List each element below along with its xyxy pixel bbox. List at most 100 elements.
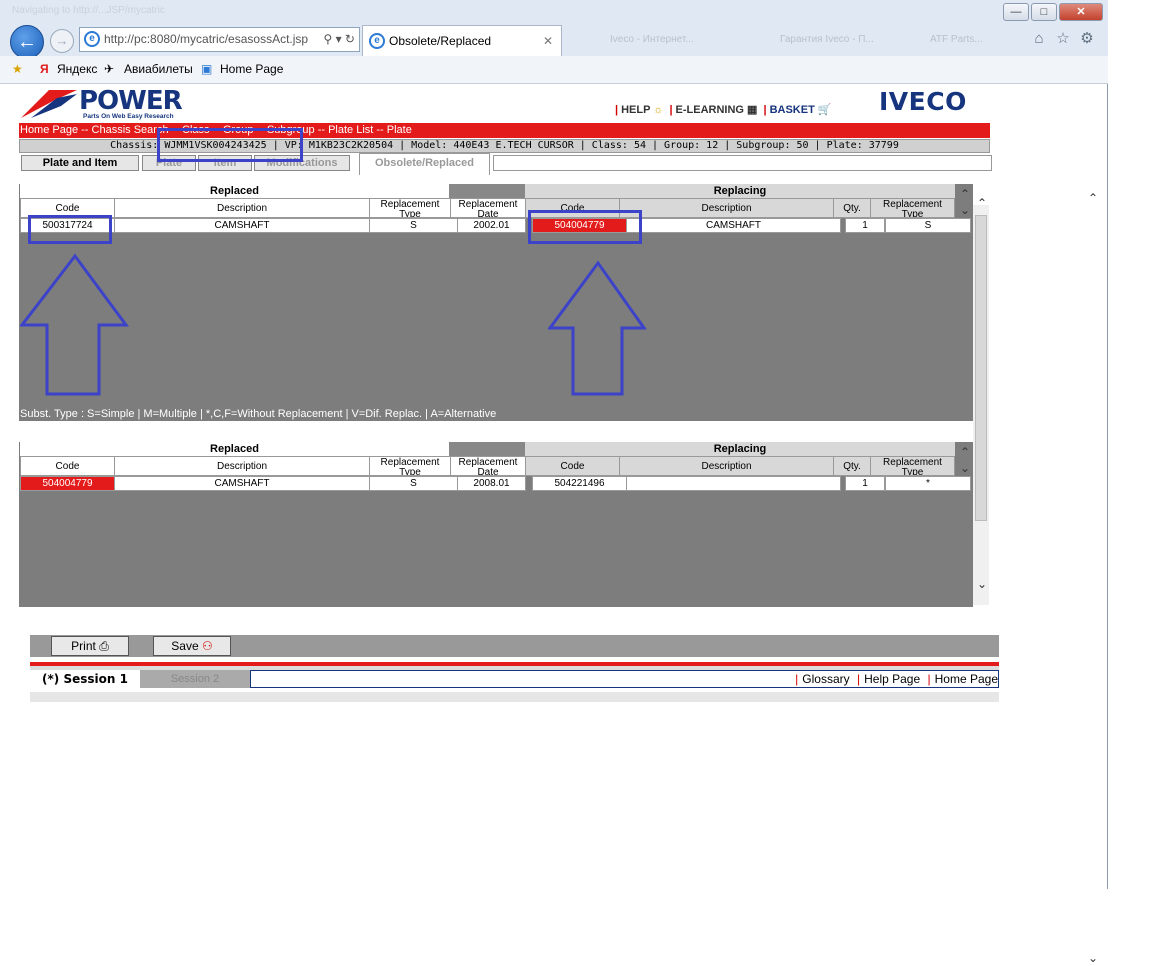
col-replacement-date[interactable]: Replacement Date	[450, 198, 526, 218]
header-spacer	[449, 184, 525, 199]
tab-close-icon[interactable]: ✕	[543, 26, 553, 56]
chevron-down-icon[interactable]: ⌄	[957, 202, 973, 218]
help-page-link[interactable]: Help Page	[864, 672, 920, 686]
tab-spacer	[493, 155, 992, 171]
cell-replaced-date: 2008.01	[457, 476, 526, 491]
logo-tagline: Parts On Web Easy Research	[83, 113, 174, 120]
search-refresh-icon[interactable]: ⚲ ▾ ↻	[323, 28, 355, 51]
ghost-tab-2[interactable]: Гарантия Iveco - П...	[780, 34, 874, 45]
session-1-tab[interactable]: (*) Session 1	[30, 670, 140, 688]
col-description-replacing[interactable]: Description	[619, 456, 834, 476]
highlight-chassis-box	[157, 128, 303, 162]
minimize-button[interactable]: —	[1003, 3, 1029, 21]
favorites-bar: ★ Я Яндекс ✈ Авиабилеты ▣ Home Page	[0, 56, 1108, 84]
arrow-right-icon: →	[55, 33, 69, 48]
replacing-header: Replacing	[525, 184, 955, 199]
yandex-icon: Я	[40, 62, 49, 76]
page-scrollbar[interactable]: ⌃ ⌄	[1085, 190, 1103, 965]
scrollbar-thumb[interactable]	[975, 215, 987, 521]
close-button[interactable]: ✕	[1059, 3, 1103, 21]
highlight-replacing-code-box	[528, 210, 642, 244]
replacement-table-1: Replaced Replacing Code Description Repl…	[19, 184, 973, 421]
scroll-down-icon[interactable]: ⌄	[974, 576, 990, 592]
title-bar: Navigating to http://...JSP/mycatric — □…	[0, 0, 1108, 24]
col-replacement-type-replacing[interactable]: Replacement Type	[870, 198, 955, 218]
help-link[interactable]: HELP	[621, 104, 650, 116]
col-replacement-type-replacing[interactable]: Replacement Type	[870, 456, 955, 476]
chevron-down-icon[interactable]: ⌄	[957, 460, 973, 476]
basket-link[interactable]: BASKET	[770, 104, 815, 116]
lightbulb-icon: ☼	[653, 104, 664, 116]
substitution-legend: Subst. Type : S=Simple | M=Multiple | *,…	[20, 408, 497, 420]
navigation-bar: ← → e http://pc:8080/mycatric/esasossAct…	[0, 22, 1108, 59]
arrow-left-icon: ←	[17, 31, 37, 53]
col-qty[interactable]: Qty.	[833, 198, 871, 218]
col-replacement-date[interactable]: Replacement Date	[450, 456, 526, 476]
browser-window: Navigating to http://...JSP/mycatric — □…	[0, 0, 1108, 965]
ghost-tab-1[interactable]: Iveco - Интернет...	[610, 34, 694, 45]
cell-replacing-qty: 1	[845, 476, 885, 491]
tab-obsolete-replaced[interactable]: e Obsolete/Replaced ✕	[362, 25, 562, 56]
gear-icon[interactable]: ⚙	[1078, 30, 1096, 48]
cell-replacing-type: *	[885, 476, 971, 491]
cell-replaced-type: S	[369, 476, 458, 491]
fav-aviabilety[interactable]: Авиабилеты	[124, 62, 193, 76]
tab-plate-and-item[interactable]: Plate and Item	[21, 155, 139, 171]
up-arrow-annotation-icon	[548, 260, 647, 396]
chevron-up-icon[interactable]: ⌃	[957, 186, 973, 202]
cell-replaced-description: CAMSHAFT	[114, 476, 370, 491]
page-content: POWER Parts On Web Easy Research | HELP ☼…	[0, 85, 1107, 965]
forward-button[interactable]: →	[50, 29, 74, 53]
col-replacement-type[interactable]: Replacement Type	[369, 198, 451, 218]
address-text: http://pc:8080/mycatric/esasossAct.jsp	[104, 32, 309, 46]
scroll-up-icon[interactable]: ⌃	[974, 195, 990, 211]
tab-obsolete-replaced-active[interactable]: Obsolete/Replaced	[359, 153, 490, 175]
cell-replaced-type: S	[369, 218, 458, 233]
save-button[interactable]: Save ⚇	[153, 636, 231, 656]
book-icon: ▦	[747, 104, 758, 116]
col-code[interactable]: Code	[20, 456, 115, 476]
favorites-star-icon[interactable]: ☆	[1054, 30, 1072, 48]
favorites-icon[interactable]: ★	[12, 62, 23, 76]
ghost-tab-3[interactable]: ATF Parts...	[930, 34, 983, 45]
fav-yandex[interactable]: Яндекс	[57, 62, 97, 76]
glossary-link[interactable]: Glossary	[802, 672, 849, 686]
replacing-header: Replacing	[525, 442, 955, 457]
home-icon[interactable]: ⌂	[1030, 30, 1048, 48]
maximize-button[interactable]: □	[1031, 3, 1057, 21]
session-bar: (*) Session 1 Session 2 | Glossary | Help …	[30, 662, 999, 688]
address-bar[interactable]: e http://pc:8080/mycatric/esasossAct.jsp…	[79, 27, 360, 52]
tab-title: Obsolete/Replaced	[389, 34, 492, 48]
col-description-replacing[interactable]: Description	[619, 198, 834, 218]
up-arrow-annotation-icon	[20, 253, 129, 396]
fav-home-page[interactable]: Home Page	[220, 62, 283, 76]
cell-replaced-code[interactable]: 504004779	[20, 476, 115, 491]
cell-replacing-code[interactable]: 504221496	[532, 476, 627, 491]
cart-icon: 🛒	[817, 104, 832, 116]
col-code-replacing[interactable]: Code	[525, 456, 620, 476]
page-scroll-up-icon[interactable]: ⌃	[1085, 190, 1101, 206]
footer-links: | Glossary | Help Page | Home Page	[250, 670, 999, 688]
elearning-link[interactable]: E-LEARNING	[676, 104, 744, 116]
chevron-up-icon[interactable]: ⌃	[957, 444, 973, 460]
printer-icon: ⎙	[99, 639, 109, 653]
cell-replacing-description	[626, 476, 841, 491]
ie-tab-icon: e	[369, 33, 385, 49]
back-button[interactable]: ←	[10, 25, 44, 59]
cell-replaced-description: CAMSHAFT	[114, 218, 370, 233]
airplane-icon: ✈	[104, 62, 115, 76]
col-description[interactable]: Description	[114, 198, 370, 218]
page-scroll-down-icon[interactable]: ⌄	[1085, 950, 1101, 966]
save-icon: ⚇	[201, 639, 213, 653]
session-2-tab[interactable]: Session 2	[140, 670, 250, 688]
replaced-header: Replaced	[20, 184, 449, 199]
col-description[interactable]: Description	[114, 456, 370, 476]
print-button[interactable]: Print ⎙	[51, 636, 129, 656]
col-replacement-type[interactable]: Replacement Type	[369, 456, 451, 476]
top-links: | HELP ☼ | E-LEARNING ▦ | BASKET 🛒	[615, 104, 832, 116]
col-qty[interactable]: Qty.	[833, 456, 871, 476]
cell-replacing-description: CAMSHAFT	[626, 218, 841, 233]
replacement-table-2: Replaced Replacing Code Description Repl…	[19, 442, 973, 607]
ie-page-icon: e	[84, 31, 100, 47]
home-page-link[interactable]: Home Page	[935, 672, 998, 686]
